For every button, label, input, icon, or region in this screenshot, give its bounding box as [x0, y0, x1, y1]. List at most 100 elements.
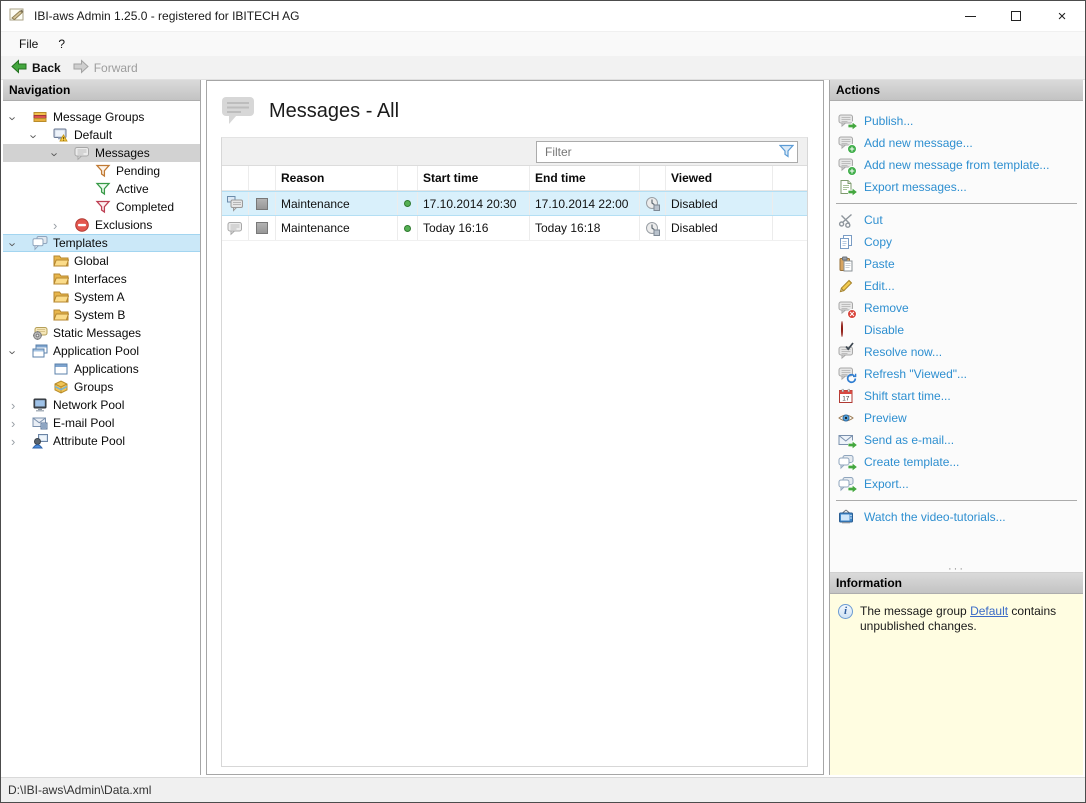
cell-reason: Maintenance — [276, 192, 398, 215]
action-paste[interactable]: Paste — [830, 253, 1083, 275]
funnel-green-icon — [95, 181, 111, 197]
action-edit[interactable]: Edit... — [830, 275, 1083, 297]
action-send-as-email[interactable]: Send as e-mail... — [830, 429, 1083, 451]
chevron-down-icon[interactable] — [32, 129, 53, 142]
nav-item-network-pool[interactable]: Network Pool — [3, 396, 200, 414]
message-with-screen-icon — [222, 192, 249, 215]
information-message: The message group Default contains unpub… — [860, 604, 1057, 633]
column-header-viewed[interactable]: Viewed — [666, 166, 773, 190]
actions-header: Actions — [830, 80, 1083, 101]
nav-item-completed[interactable]: Completed — [3, 198, 200, 216]
shift-start-time-icon: 17 — [838, 388, 855, 404]
cell-end-time: 17.10.2014 22:00 — [530, 192, 640, 215]
action-cut[interactable]: Cut — [830, 209, 1083, 231]
action-add-new-message-from-template[interactable]: + Add new message from template... — [830, 154, 1083, 176]
window-title: IBI-aws Admin 1.25.0 - registered for IB… — [34, 9, 300, 23]
action-add-new-message[interactable]: + Add new message... — [830, 132, 1083, 154]
action-copy[interactable]: Copy — [830, 231, 1083, 253]
nav-item-global[interactable]: Global — [3, 252, 200, 270]
envelope-icon — [32, 415, 48, 431]
chevron-down-icon[interactable] — [11, 111, 32, 124]
chevron-down-icon[interactable] — [11, 237, 32, 250]
monitor-icon — [32, 397, 48, 413]
action-disable[interactable]: Disable — [830, 319, 1083, 341]
nav-item-active[interactable]: Active — [3, 180, 200, 198]
filter-funnel-icon[interactable] — [778, 144, 795, 162]
nav-item-applications[interactable]: Applications — [3, 360, 200, 378]
nav-item-default[interactable]: Default — [3, 126, 200, 144]
action-resolve-now[interactable]: Resolve now... — [830, 341, 1083, 363]
forward-button[interactable]: Forward — [69, 57, 146, 79]
chevron-right-icon[interactable] — [11, 417, 32, 430]
back-button[interactable]: Back — [7, 57, 69, 79]
nav-item-static-messages[interactable]: Static Messages — [3, 324, 200, 342]
cell-start-time: 17.10.2014 20:30 — [418, 192, 530, 215]
status-bar: D:\IBI-aws\Admin\Data.xml — [1, 777, 1085, 802]
information-panel: i The message group Default contains unp… — [830, 594, 1083, 775]
nav-item-system-a[interactable]: System A — [3, 288, 200, 306]
chevron-right-icon[interactable] — [53, 219, 74, 232]
app-icon — [9, 7, 26, 26]
nav-item-application-pool[interactable]: Application Pool — [3, 342, 200, 360]
export-icon — [838, 476, 858, 494]
add-message-icon: + — [838, 135, 857, 154]
table-row[interactable]: Maintenance Today 16:16 Today 16:18 Disa… — [222, 216, 807, 241]
nav-item-exclusions[interactable]: Exclusions — [3, 216, 200, 234]
cell-start-time: Today 16:16 — [418, 216, 530, 240]
action-export[interactable]: Export... — [830, 473, 1083, 495]
nav-item-groups[interactable]: Groups — [3, 378, 200, 396]
filter-input[interactable] — [536, 140, 798, 163]
action-preview[interactable]: Preview — [830, 407, 1083, 429]
nav-item-attribute-pool[interactable]: Attribute Pool — [3, 432, 200, 450]
nav-item-interfaces[interactable]: Interfaces — [3, 270, 200, 288]
maximize-button[interactable] — [993, 1, 1039, 31]
table-row[interactable]: Maintenance 17.10.2014 20:30 17.10.2014 … — [222, 191, 807, 216]
data-file-path: D:\IBI-aws\Admin\Data.xml — [8, 783, 152, 797]
close-button[interactable]: × — [1039, 1, 1085, 31]
video-tutorials-icon — [838, 509, 855, 525]
toolbar: Back Forward — [1, 56, 1085, 80]
folder-icon — [53, 253, 69, 269]
resolve-icon — [838, 342, 855, 360]
chevron-right-icon[interactable] — [11, 399, 32, 412]
action-remove[interactable]: × Remove — [830, 297, 1083, 319]
export-messages-icon — [838, 179, 858, 197]
column-header-reason[interactable]: Reason — [276, 166, 398, 190]
menu-file[interactable]: File — [9, 33, 48, 55]
paste-icon — [838, 256, 855, 272]
disable-icon — [838, 321, 855, 338]
navigation-header: Navigation — [3, 80, 200, 101]
nav-item-message-groups[interactable]: Message Groups — [3, 108, 200, 126]
static-messages-icon — [32, 325, 48, 341]
application-window-icon — [53, 361, 69, 377]
info-icon: i — [838, 604, 853, 619]
action-refresh-viewed[interactable]: Refresh "Viewed"... — [830, 363, 1083, 385]
navigation-panel: Navigation Message Groups Default Messag… — [3, 80, 201, 775]
action-export-messages[interactable]: Export messages... — [830, 176, 1083, 198]
chevron-right-icon[interactable] — [11, 435, 32, 448]
panel-splitter-handle[interactable]: ··· — [830, 563, 1083, 574]
action-publish[interactable]: Publish... — [830, 110, 1083, 132]
chevron-down-icon[interactable] — [11, 345, 32, 358]
add-message-from-template-icon: + — [838, 157, 857, 176]
funnel-orange-icon — [95, 163, 111, 179]
actions-panel: Actions Publish... + Add new message... — [829, 80, 1083, 775]
column-header-end-time[interactable]: End time — [530, 166, 640, 190]
nav-item-templates[interactable]: Templates — [3, 234, 200, 252]
nav-item-email-pool[interactable]: E-mail Pool — [3, 414, 200, 432]
action-create-template[interactable]: Create template... — [830, 451, 1083, 473]
message-bubble-icon — [222, 216, 249, 240]
minimize-button[interactable] — [947, 1, 993, 31]
menu-help[interactable]: ? — [48, 33, 75, 55]
action-watch-video-tutorials[interactable]: Watch the video-tutorials... — [830, 506, 1083, 528]
page-title: Messages - All — [269, 99, 400, 122]
nav-item-system-b[interactable]: System B — [3, 306, 200, 324]
send-email-icon — [838, 432, 858, 450]
action-shift-start-time[interactable]: 17 Shift start time... — [830, 385, 1083, 407]
chevron-down-icon[interactable] — [53, 147, 74, 160]
menu-bar: File ? — [1, 32, 1085, 56]
nav-item-messages[interactable]: Messages — [3, 144, 200, 162]
column-header-start-time[interactable]: Start time — [418, 166, 530, 190]
default-group-link[interactable]: Default — [970, 604, 1008, 618]
nav-item-pending[interactable]: Pending — [3, 162, 200, 180]
